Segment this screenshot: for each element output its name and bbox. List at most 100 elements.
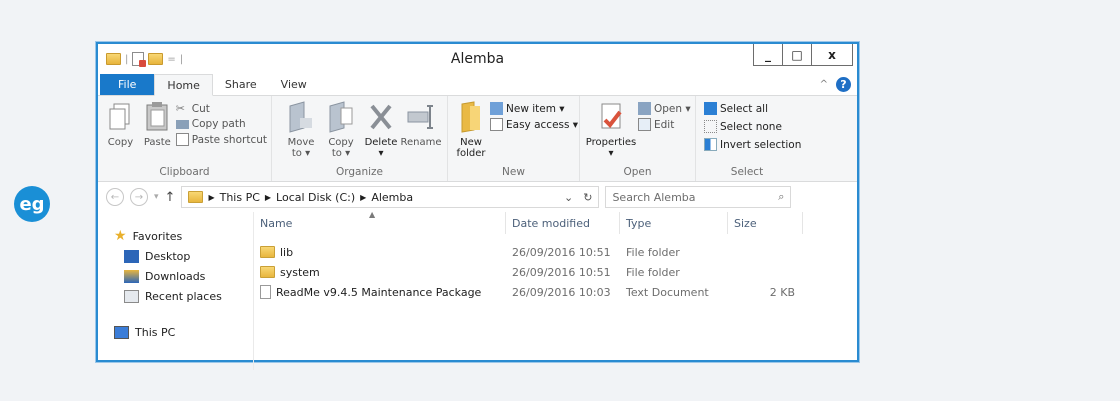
- edit-button[interactable]: Edit: [638, 118, 691, 131]
- ribbon-tabs: File Home Share View ^ ?: [98, 74, 857, 96]
- address-bar[interactable]: ▶ This PC ▶ Local Disk (C:) ▶ Alemba ⌄ ↻: [181, 186, 600, 208]
- new-folder-label: New folder: [456, 137, 486, 159]
- table-row[interactable]: lib 26/09/2016 10:51 File folder: [254, 242, 857, 262]
- paste-shortcut-label: Paste shortcut: [191, 133, 267, 146]
- file-type: File folder: [626, 245, 680, 259]
- nav-downloads-label: Downloads: [145, 269, 206, 283]
- back-button[interactable]: ←: [106, 188, 124, 206]
- paste-icon: [146, 102, 168, 131]
- nav-downloads[interactable]: Downloads: [114, 266, 253, 286]
- easy-access-button[interactable]: Easy access ▾: [490, 118, 578, 131]
- copy-to-label: Copy to ▾: [328, 137, 354, 159]
- table-row[interactable]: ReadMe v9.4.5 Maintenance Package 26/09/…: [254, 282, 857, 302]
- file-date: 26/09/2016 10:51: [512, 265, 611, 279]
- select-none-label: Select none: [720, 120, 782, 133]
- table-row[interactable]: system 26/09/2016 10:51 File folder: [254, 262, 857, 282]
- column-size[interactable]: Size: [728, 212, 803, 234]
- refresh-icon[interactable]: ↻: [583, 191, 592, 204]
- copy-path-label: Copy path: [191, 118, 246, 130]
- move-to-icon: [289, 101, 312, 133]
- select-all-label: Select all: [720, 102, 768, 115]
- address-row: ← → ▾ ↑ ▶ This PC ▶ Local Disk (C:) ▶ Al…: [98, 182, 857, 212]
- tab-view[interactable]: View: [269, 74, 319, 95]
- nav-desktop-label: Desktop: [145, 249, 191, 263]
- ribbon: Copy Paste ✂ Cut Copy path Paste shortcut…: [98, 96, 857, 182]
- folder-icon: [260, 266, 275, 278]
- breadcrumb-local-disk[interactable]: Local Disk (C:): [276, 191, 355, 204]
- paste-shortcut-button[interactable]: Paste shortcut: [175, 133, 267, 146]
- paste-shortcut-icon: [175, 133, 189, 146]
- nav-favorites[interactable]: ★ Favorites: [114, 226, 253, 246]
- open-button[interactable]: Open ▾: [638, 102, 691, 115]
- copy-path-button[interactable]: Copy path: [175, 118, 267, 130]
- file-type: File folder: [626, 265, 680, 279]
- folder-icon: [188, 191, 204, 203]
- forward-button[interactable]: →: [130, 188, 148, 206]
- window-title: Alemba: [450, 51, 505, 67]
- nav-favorites-label: Favorites: [132, 229, 183, 243]
- nav-desktop[interactable]: Desktop: [114, 246, 253, 266]
- nav-this-pc[interactable]: This PC: [114, 322, 253, 342]
- computer-icon: [114, 325, 129, 339]
- file-type: Text Document: [626, 285, 709, 299]
- chevron-down-icon[interactable]: ⌄: [564, 191, 573, 204]
- maximize-button[interactable]: □: [782, 44, 812, 66]
- rename-icon: [407, 105, 433, 129]
- breadcrumb-alemba[interactable]: Alemba: [371, 191, 413, 204]
- file-list: ▲ Name Date modified Type Size lib 26/09…: [254, 210, 857, 370]
- tab-file[interactable]: File: [100, 74, 155, 95]
- open-icon: [638, 102, 651, 115]
- new-item-button[interactable]: New item ▾: [490, 102, 578, 115]
- select-none-button[interactable]: Select none: [704, 120, 801, 133]
- easy-access-label: Easy access ▾: [506, 118, 579, 131]
- group-new: New folder New item ▾ Easy access ▾ New: [448, 96, 580, 181]
- file-size: 2 KB: [769, 285, 795, 299]
- select-all-icon: [704, 102, 717, 115]
- folder-icon: [260, 246, 275, 258]
- folder-icon: [461, 101, 480, 133]
- properties-icon: [601, 103, 622, 129]
- search-box[interactable]: Search Alemba ⌕: [605, 186, 792, 208]
- search-icon: ⌕: [778, 190, 785, 203]
- nav-recent-places[interactable]: Recent places: [114, 286, 253, 306]
- breadcrumb-this-pc[interactable]: This PC: [220, 191, 260, 204]
- copy-label: Copy: [107, 137, 134, 148]
- select-all-button[interactable]: Select all: [704, 102, 801, 115]
- copy-icon: [109, 103, 130, 130]
- select-none-icon: [704, 120, 717, 133]
- tab-home[interactable]: Home: [154, 74, 213, 96]
- column-date-modified[interactable]: Date modified: [506, 212, 620, 234]
- cut-button[interactable]: ✂ Cut: [176, 102, 267, 115]
- help-icon[interactable]: ?: [836, 77, 851, 92]
- file-date: 26/09/2016 10:03: [512, 285, 611, 299]
- column-name[interactable]: Name: [254, 212, 506, 234]
- group-open: Properties ▾ Open ▾ Edit Open: [580, 96, 696, 181]
- close-button[interactable]: x: [811, 44, 853, 66]
- search-input[interactable]: Search Alemba: [612, 191, 695, 204]
- chevron-up-icon[interactable]: ^: [820, 79, 828, 90]
- column-type[interactable]: Type: [620, 212, 728, 234]
- group-clipboard: Copy Paste ✂ Cut Copy path Paste shortcut…: [98, 96, 272, 181]
- nav-recent-places-label: Recent places: [145, 289, 222, 303]
- open-label: Open ▾: [654, 102, 691, 115]
- sort-ascending-icon: ▲: [369, 210, 376, 219]
- eg-logo-text: eg: [19, 193, 45, 215]
- delete-icon: [370, 104, 392, 130]
- new-item-icon: [490, 102, 503, 115]
- paste-label: Paste: [143, 137, 171, 148]
- tab-share[interactable]: Share: [213, 74, 269, 95]
- properties-label: Properties ▾: [585, 137, 637, 159]
- invert-selection-icon: [704, 138, 717, 151]
- invert-selection-label: Invert selection: [720, 138, 802, 151]
- title-bar: | = | Alemba _ □ x: [98, 44, 857, 74]
- up-arrow-icon[interactable]: ↑: [165, 190, 176, 205]
- group-label-select: Select: [730, 166, 764, 178]
- group-select: Select all Select none Invert selection …: [696, 96, 801, 181]
- invert-selection-button[interactable]: Invert selection: [704, 138, 801, 151]
- recent-locations-icon[interactable]: ▾: [154, 192, 159, 202]
- edit-icon: [638, 118, 651, 131]
- minimize-button[interactable]: _: [753, 44, 783, 66]
- file-name: ReadMe v9.4.5 Maintenance Package: [276, 285, 482, 299]
- group-label-clipboard: Clipboard: [159, 166, 210, 178]
- explorer-window: | = | Alemba _ □ x File Home Share View …: [96, 42, 859, 370]
